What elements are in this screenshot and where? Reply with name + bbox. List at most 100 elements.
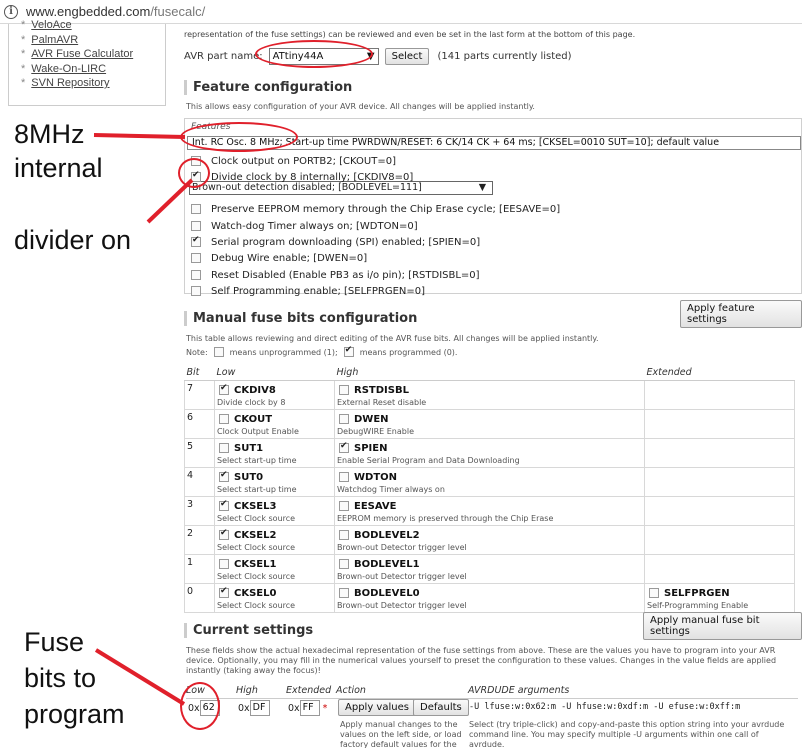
select-part-button[interactable]: Select [384,47,430,65]
fuse-checkbox[interactable] [339,501,349,511]
sidebar-item[interactable]: SVN Repository [21,76,165,91]
apply-feature-settings-button[interactable]: Apply feature settings [680,300,802,328]
fuse-bit[interactable]: BODLEVEL0 [339,588,642,599]
fuse-bit[interactable]: CKDIV8 [219,383,332,396]
fuse-checkbox[interactable] [339,414,349,424]
fuse-bit[interactable]: CKSEL3 [219,499,332,512]
fuse-cell: WDTON Watchdog Timer always on [334,466,645,497]
hex-prefix: 0x [288,702,300,714]
fuse-bit-name: CKSEL1 [234,558,277,570]
fuse-bit[interactable]: CKOUT [219,414,332,425]
avrdude-args[interactable]: -U lfuse:w:0x62:m -U hfuse:w:0xdf:m -U e… [469,702,740,712]
feature-checkbox[interactable] [191,253,201,263]
fuse-checkbox[interactable] [219,470,229,482]
sidebar-link[interactable]: PalmAVR [31,34,78,46]
table-row: 1 CKSEL1 Select Clock source BODLEVEL1 Brown… [184,553,795,584]
table-row: 0CKSEL0Select Clock sourceBODLEVEL0Brown… [184,582,795,613]
fuse-checkbox[interactable] [219,414,229,424]
apply-manual-fuse-settings-button[interactable]: Apply manual fuse bit settings [643,612,802,640]
col-ext: Extended [644,366,795,381]
chevron-down-icon: ▼ [478,182,486,193]
sidebar-item[interactable]: AVR Fuse Calculator [21,47,165,62]
fuse-bit-desc: Enable Serial Program and Data Downloadi… [337,455,520,465]
fuse-bit[interactable]: CKSEL2 [219,528,332,541]
defaults-button[interactable]: Defaults [413,699,469,716]
part-highlight-ellipse [255,40,373,68]
fuse-cell: SPIENEnable Serial Program and Data Down… [334,437,645,468]
fuse-checkbox[interactable] [219,586,229,598]
fuse-highlight-ellipse [180,682,220,730]
fuse-bit[interactable]: SPIEN [339,441,642,454]
fuse-cell [644,408,795,439]
fuse-bit-desc: External Reset disable [337,397,427,407]
fuse-bit[interactable]: SUT1 [219,443,332,454]
sidebar-item[interactable]: Wake-On-LIRC [21,62,165,77]
feature-option[interactable]: Reset Disabled (Enable PB3 as i/o pin); … [191,267,480,283]
fuse-bit[interactable]: RSTDISBL [339,385,642,396]
fuse-bit[interactable]: SELFPRGEN [649,588,792,599]
ext-fuse-input[interactable]: FF [299,700,320,716]
fuse-bit[interactable]: WDTON [339,472,642,483]
fuse-checkbox[interactable] [219,443,229,453]
sidebar-link[interactable]: Wake-On-LIRC [31,63,106,75]
fuse-checkbox[interactable] [219,499,229,511]
feature-option[interactable]: Clock output on PORTB2; [CKOUT=0] [191,153,396,169]
url-text[interactable]: www.engbedded.com/fusecalc/ [26,4,205,19]
fuse-bit[interactable]: BODLEVEL2 [339,530,642,541]
annotation-divider-on: divider on [14,225,132,255]
feature-checkbox[interactable] [191,235,201,247]
fuse-cell: BODLEVEL1 Brown-out Detector trigger leve… [334,553,645,584]
sidebar-item[interactable]: VeloAce [21,18,165,33]
fuse-checkbox[interactable] [339,559,349,569]
bit-number: 2 [184,524,215,555]
fuse-bit-name: SUT1 [234,442,264,454]
sidebar-item[interactable]: PalmAVR [21,33,165,48]
feature-checkbox[interactable] [191,221,201,231]
fuse-bit[interactable]: DWEN [339,414,642,425]
high-fuse-input[interactable]: DF [249,700,270,716]
feature-checkbox[interactable] [191,204,201,214]
apply-values-button[interactable]: Apply values [338,699,416,716]
fuse-cell [644,379,795,410]
fuse-checkbox[interactable] [339,441,349,453]
feature-option[interactable]: Self Programming enable; [SELFPRGEN=0] [191,283,425,299]
sidebar-link[interactable]: SVN Repository [31,77,109,89]
fuse-bit-name: CKSEL2 [234,529,277,541]
bit-number: 5 [184,437,215,468]
fuse-bit-desc: Select Clock source [217,542,296,552]
avrdude-note: Select (try triple-click) and copy-and-p… [469,720,785,748]
fuse-cell: DWEN DebugWIRE Enable [334,408,645,439]
fuse-bit[interactable]: CKSEL1 [219,559,332,570]
fuse-bit-desc: Select Clock source [217,571,296,581]
sidebar-link[interactable]: VeloAce [31,19,71,31]
table-row: 4SUT0Select start-up timeWDTONWatchdog T… [184,466,795,497]
hdr-avrdude: AVRDUDE arguments [468,685,570,696]
fuse-bit[interactable]: BODLEVEL1 [339,559,642,570]
fuse-bit-desc: Brown-out Detector trigger level [337,600,467,610]
feature-config-heading: Feature configuration [184,80,352,95]
fuse-checkbox[interactable] [339,530,349,540]
feature-option[interactable]: Debug Wire enable; [DWEN=0] [191,250,367,266]
feature-option[interactable]: Serial program downloading (SPI) enabled… [191,234,480,250]
fuse-bit[interactable]: CKSEL0 [219,586,332,599]
fuse-bit[interactable]: EESAVE [339,501,642,512]
fuse-checkbox[interactable] [339,588,349,598]
feature-option[interactable]: Divide clock by 8 internally; [CKDIV8=0] [191,169,413,185]
fuse-checkbox[interactable] [219,383,229,395]
feature-option[interactable]: Watch-dog Timer always on; [WDTON=0] [191,218,418,234]
feature-checkbox[interactable] [191,286,201,296]
fuse-bits-table: Bit Low High Extended 7CKDIV8Divide cloc… [184,366,795,613]
fuse-checkbox[interactable] [339,385,349,395]
fuse-checkbox[interactable] [339,472,349,482]
fuse-checkbox[interactable] [649,588,659,598]
info-icon[interactable]: i [4,4,18,19]
fuse-checkbox[interactable] [219,559,229,569]
fuse-cell: BODLEVEL2 Brown-out Detector trigger leve… [334,524,645,555]
feature-config-note: This allows easy configuration of your A… [186,102,535,111]
feature-option[interactable]: Preserve EEPROM memory through the Chip … [191,201,560,217]
fuse-checkbox[interactable] [219,528,229,540]
fuse-bit[interactable]: SUT0 [219,470,332,483]
sidebar-link[interactable]: AVR Fuse Calculator [31,48,133,60]
high-fuse-field: 0x DF [238,700,270,716]
feature-checkbox[interactable] [191,270,201,280]
